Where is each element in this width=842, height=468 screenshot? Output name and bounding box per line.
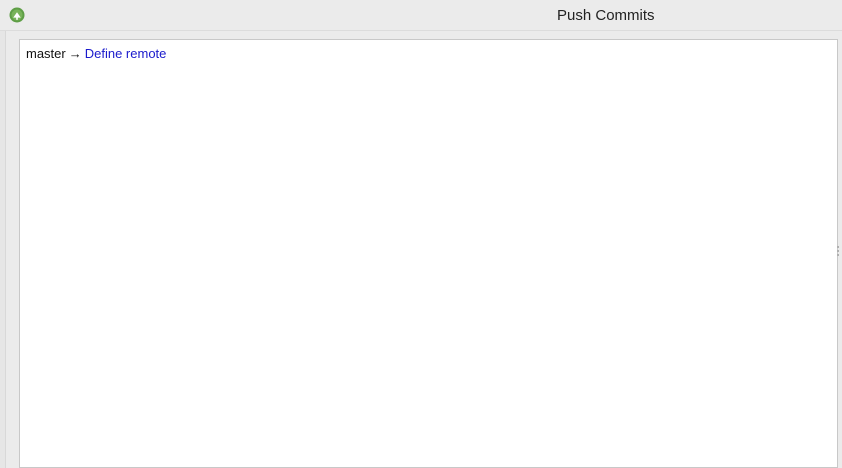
local-branch-name: master xyxy=(26,46,66,61)
branch-row[interactable]: master → Define remote xyxy=(26,46,166,62)
push-commits-dialog: Push Commits master → Define remote xyxy=(0,0,842,468)
title-bar: Push Commits xyxy=(0,0,842,31)
left-sidebar-strip xyxy=(0,31,6,468)
app-icon xyxy=(9,7,25,23)
commit-tree-panel: master → Define remote xyxy=(19,39,838,468)
window-title: Push Commits xyxy=(557,7,655,24)
splitter-grip[interactable] xyxy=(837,246,841,260)
arrow-icon: → xyxy=(68,46,82,61)
define-remote-link[interactable]: Define remote xyxy=(85,46,167,61)
